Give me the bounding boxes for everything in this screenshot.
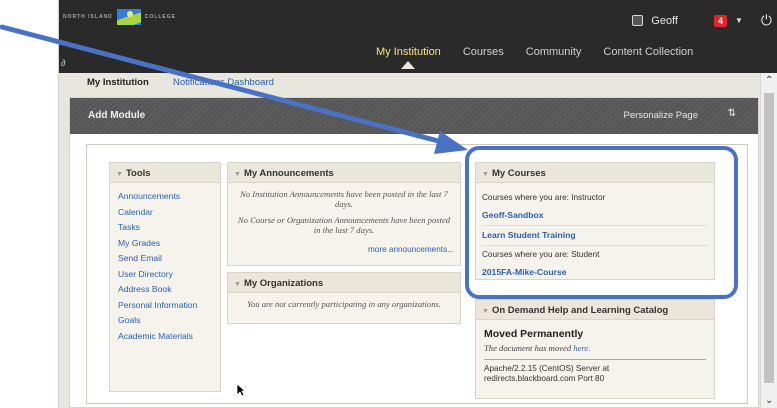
college-logo[interactable]: NORTH ISLAND COLLEGE bbox=[63, 9, 176, 25]
organizations-body: You are not currently participating in a… bbox=[228, 293, 460, 315]
scroll-thumb[interactable] bbox=[764, 93, 774, 383]
logo-text-left: NORTH ISLAND bbox=[63, 14, 113, 20]
tools-link-tasks[interactable]: Tasks bbox=[116, 220, 214, 236]
collapse-icon[interactable]: ▼ bbox=[116, 171, 123, 178]
add-module-button[interactable]: Add Module bbox=[88, 110, 145, 121]
tools-link-my-grades[interactable]: My Grades bbox=[116, 236, 214, 252]
help-body: Moved Permanently The document has moved… bbox=[476, 320, 714, 390]
module-header[interactable]: ▼ My Organizations bbox=[228, 273, 460, 293]
main-nav: My Institution Courses Community Content… bbox=[365, 46, 704, 69]
module-toolbar: Add Module Personalize Page ⇅ bbox=[70, 98, 758, 134]
user-name[interactable]: Geoff bbox=[651, 15, 678, 27]
server-line-2: redirects.blackboard.com Port 80 bbox=[484, 374, 605, 383]
tools-link-goals[interactable]: Goals bbox=[116, 313, 214, 329]
more-announcements-link[interactable]: more announcements... bbox=[234, 245, 454, 254]
user-menu: Geoff 4 ▼ ⏻ bbox=[632, 12, 772, 29]
chevron-down-icon[interactable]: ▼ bbox=[735, 16, 743, 25]
tab-notifications-dashboard[interactable]: Notifications Dashboard bbox=[173, 77, 274, 88]
power-icon[interactable]: ⏻ bbox=[761, 12, 772, 29]
tools-link-address-book[interactable]: Address Book bbox=[116, 282, 214, 298]
course-announcements-text: No Course or Organization Announcements … bbox=[237, 215, 451, 235]
moved-permanently-text: The document has moved here. bbox=[484, 343, 706, 353]
help-title: On Demand Help and Learning Catalog bbox=[491, 305, 669, 316]
organizations-title: My Organizations bbox=[243, 278, 324, 289]
divider bbox=[484, 359, 706, 360]
tools-module: ▼ Tools Announcements Calendar Tasks My G… bbox=[109, 162, 221, 392]
nav-my-institution[interactable]: My Institution bbox=[365, 46, 452, 69]
collapse-icon[interactable]: ▼ bbox=[234, 281, 241, 288]
nav-courses[interactable]: Courses bbox=[452, 46, 515, 58]
tab-my-institution[interactable]: My Institution bbox=[87, 77, 149, 88]
collapse-icon[interactable]: ▼ bbox=[234, 171, 241, 178]
tools-link-user-directory[interactable]: User Directory bbox=[116, 267, 214, 283]
top-header: NORTH ISLAND COLLEGE Geoff 4 ▼ ⏻ My Inst… bbox=[59, 0, 777, 73]
announcements-body: No Institution Announcements have been p… bbox=[228, 183, 460, 260]
mouse-cursor-icon bbox=[236, 383, 246, 397]
announcements-module: ▼ My Announcements No Institution Announc… bbox=[227, 162, 461, 266]
notification-badge[interactable]: 4 bbox=[713, 14, 727, 27]
organizations-module: ▼ My Organizations You are not currently … bbox=[227, 272, 461, 324]
announcements-title: My Announcements bbox=[243, 168, 334, 179]
institution-announcements-text: No Institution Announcements have been p… bbox=[240, 189, 448, 209]
logo-text-right: COLLEGE bbox=[144, 14, 176, 20]
tools-title: Tools bbox=[125, 168, 151, 179]
page-tabs: My Institution Notifications Dashboard bbox=[59, 73, 759, 95]
server-line-1: Apache/2.2.15 (CentOS) Server at bbox=[484, 364, 610, 373]
moved-permanently-heading: Moved Permanently bbox=[484, 328, 584, 340]
module-header[interactable]: ▼ Tools bbox=[110, 163, 220, 183]
nav-content-collection[interactable]: Content Collection bbox=[592, 46, 704, 58]
organizations-text: You are not currently participating in a… bbox=[247, 299, 441, 309]
user-icon[interactable] bbox=[632, 15, 644, 26]
scroll-up-icon[interactable]: ⌃ bbox=[765, 75, 773, 86]
tools-link-calendar[interactable]: Calendar bbox=[116, 205, 214, 221]
module-header[interactable]: ▼ On Demand Help and Learning Catalog bbox=[476, 300, 714, 320]
moved-here-link[interactable]: here. bbox=[573, 343, 590, 353]
collapse-icon[interactable]: ▼ bbox=[482, 308, 489, 315]
vertical-scrollbar[interactable]: ⌃ ⌄ bbox=[760, 73, 777, 408]
help-catalog-module: ▼ On Demand Help and Learning Catalog Mov… bbox=[475, 299, 715, 399]
scroll-down-icon[interactable]: ⌄ bbox=[765, 395, 773, 406]
personalize-page-button[interactable]: Personalize Page bbox=[624, 110, 698, 121]
reorder-icon[interactable]: ⇅ bbox=[728, 108, 736, 119]
tools-link-personal-information[interactable]: Personal Information bbox=[116, 298, 214, 314]
tools-list: Announcements Calendar Tasks My Grades S… bbox=[110, 183, 220, 350]
tools-link-announcements[interactable]: Announcements bbox=[116, 189, 214, 205]
tools-link-academic-materials[interactable]: Academic Materials bbox=[116, 329, 214, 345]
module-header[interactable]: ▼ My Announcements bbox=[228, 163, 460, 183]
my-courses-highlight bbox=[465, 146, 738, 299]
nav-community[interactable]: Community bbox=[515, 46, 593, 58]
tools-link-send-email[interactable]: Send Email bbox=[116, 251, 214, 267]
logo-icon bbox=[116, 9, 141, 25]
pin-icon[interactable]: ∂ bbox=[61, 58, 65, 68]
moved-text: The document has moved bbox=[484, 343, 572, 353]
